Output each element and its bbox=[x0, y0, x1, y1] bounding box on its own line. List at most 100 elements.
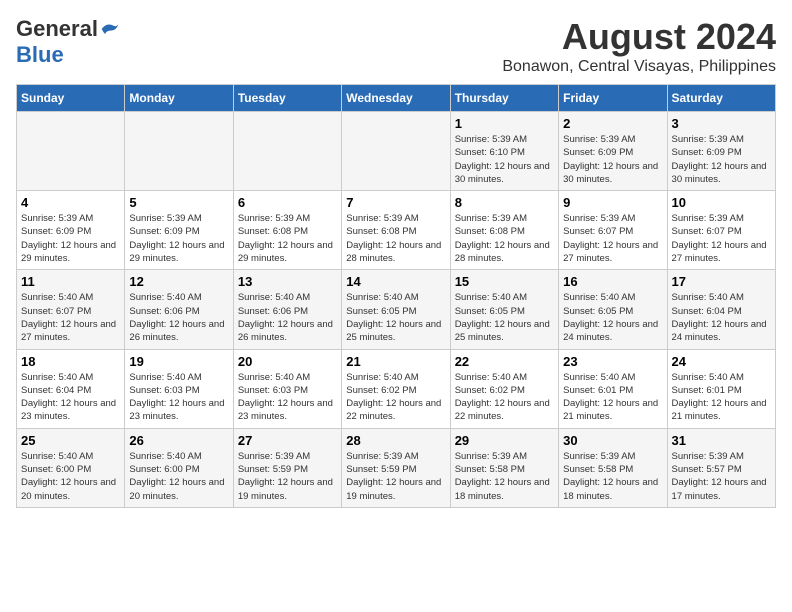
logo: General Blue bbox=[16, 16, 120, 68]
calendar-day-cell: 28 Sunrise: 5:39 AM Sunset: 5:59 PM Dayli… bbox=[342, 428, 450, 507]
day-info: Sunrise: 5:39 AM Sunset: 6:09 PM Dayligh… bbox=[672, 133, 771, 186]
day-number: 16 bbox=[563, 274, 662, 289]
logo-general-text: General bbox=[16, 16, 98, 42]
day-info: Sunrise: 5:39 AM Sunset: 6:08 PM Dayligh… bbox=[238, 212, 337, 265]
calendar-week-row: 1 Sunrise: 5:39 AM Sunset: 6:10 PM Daylig… bbox=[17, 112, 776, 191]
day-info: Sunrise: 5:40 AM Sunset: 6:00 PM Dayligh… bbox=[129, 450, 228, 503]
day-info: Sunrise: 5:40 AM Sunset: 6:06 PM Dayligh… bbox=[238, 291, 337, 344]
calendar-week-row: 11Sunrise: 5:40 AM Sunset: 6:07 PM Dayli… bbox=[17, 270, 776, 349]
day-number: 29 bbox=[455, 433, 554, 448]
day-number: 24 bbox=[672, 354, 771, 369]
calendar-table: SundayMondayTuesdayWednesdayThursdayFrid… bbox=[16, 84, 776, 508]
weekday-header: Saturday bbox=[667, 85, 775, 112]
day-info: Sunrise: 5:39 AM Sunset: 6:07 PM Dayligh… bbox=[672, 212, 771, 265]
day-info: Sunrise: 5:39 AM Sunset: 5:57 PM Dayligh… bbox=[672, 450, 771, 503]
day-number: 10 bbox=[672, 195, 771, 210]
day-info: Sunrise: 5:39 AM Sunset: 5:59 PM Dayligh… bbox=[346, 450, 445, 503]
calendar-day-cell: 9 Sunrise: 5:39 AM Sunset: 6:07 PM Daylig… bbox=[559, 191, 667, 270]
calendar-day-cell bbox=[125, 112, 233, 191]
day-info: Sunrise: 5:39 AM Sunset: 6:07 PM Dayligh… bbox=[563, 212, 662, 265]
day-number: 2 bbox=[563, 116, 662, 131]
calendar-body: 1 Sunrise: 5:39 AM Sunset: 6:10 PM Daylig… bbox=[17, 112, 776, 508]
calendar-day-cell: 24 Sunrise: 5:40 AM Sunset: 6:01 PM Dayli… bbox=[667, 349, 775, 428]
day-number: 8 bbox=[455, 195, 554, 210]
calendar-day-cell: 26 Sunrise: 5:40 AM Sunset: 6:00 PM Dayli… bbox=[125, 428, 233, 507]
calendar-day-cell: 15 Sunrise: 5:40 AM Sunset: 6:05 PM Dayli… bbox=[450, 270, 558, 349]
calendar-week-row: 25 Sunrise: 5:40 AM Sunset: 6:00 PM Dayli… bbox=[17, 428, 776, 507]
day-info: Sunrise: 5:40 AM Sunset: 6:04 PM Dayligh… bbox=[672, 291, 771, 344]
day-info: Sunrise: 5:40 AM Sunset: 6:05 PM Dayligh… bbox=[346, 291, 445, 344]
calendar-day-cell: 6 Sunrise: 5:39 AM Sunset: 6:08 PM Daylig… bbox=[233, 191, 341, 270]
day-number: 9 bbox=[563, 195, 662, 210]
day-number: 28 bbox=[346, 433, 445, 448]
day-number: 27 bbox=[238, 433, 337, 448]
calendar-day-cell: 2 Sunrise: 5:39 AM Sunset: 6:09 PM Daylig… bbox=[559, 112, 667, 191]
weekday-header: Tuesday bbox=[233, 85, 341, 112]
day-info: Sunrise: 5:39 AM Sunset: 6:08 PM Dayligh… bbox=[455, 212, 554, 265]
day-number: 13 bbox=[238, 274, 337, 289]
calendar-week-row: 4Sunrise: 5:39 AM Sunset: 6:09 PM Daylig… bbox=[17, 191, 776, 270]
page-header: General Blue August 2024 Bonawon, Centra… bbox=[16, 16, 776, 76]
calendar-day-cell: 22 Sunrise: 5:40 AM Sunset: 6:02 PM Dayli… bbox=[450, 349, 558, 428]
day-info: Sunrise: 5:40 AM Sunset: 6:01 PM Dayligh… bbox=[672, 371, 771, 424]
logo-bird-icon bbox=[100, 20, 120, 38]
calendar-day-cell: 29Sunrise: 5:39 AM Sunset: 5:58 PM Dayli… bbox=[450, 428, 558, 507]
calendar-day-cell: 21Sunrise: 5:40 AM Sunset: 6:02 PM Dayli… bbox=[342, 349, 450, 428]
calendar-header-row: SundayMondayTuesdayWednesdayThursdayFrid… bbox=[17, 85, 776, 112]
calendar-day-cell: 30Sunrise: 5:39 AM Sunset: 5:58 PM Dayli… bbox=[559, 428, 667, 507]
weekday-header: Sunday bbox=[17, 85, 125, 112]
day-number: 26 bbox=[129, 433, 228, 448]
calendar-day-cell: 5 Sunrise: 5:39 AM Sunset: 6:09 PM Daylig… bbox=[125, 191, 233, 270]
day-number: 17 bbox=[672, 274, 771, 289]
day-number: 12 bbox=[129, 274, 228, 289]
day-info: Sunrise: 5:39 AM Sunset: 6:09 PM Dayligh… bbox=[21, 212, 120, 265]
calendar-day-cell bbox=[233, 112, 341, 191]
day-number: 20 bbox=[238, 354, 337, 369]
day-number: 18 bbox=[21, 354, 120, 369]
calendar-day-cell: 3 Sunrise: 5:39 AM Sunset: 6:09 PM Daylig… bbox=[667, 112, 775, 191]
weekday-header: Friday bbox=[559, 85, 667, 112]
calendar-day-cell: 7Sunrise: 5:39 AM Sunset: 6:08 PM Daylig… bbox=[342, 191, 450, 270]
calendar-day-cell: 13 Sunrise: 5:40 AM Sunset: 6:06 PM Dayli… bbox=[233, 270, 341, 349]
day-info: Sunrise: 5:39 AM Sunset: 6:09 PM Dayligh… bbox=[563, 133, 662, 186]
day-number: 6 bbox=[238, 195, 337, 210]
calendar-day-cell: 8 Sunrise: 5:39 AM Sunset: 6:08 PM Daylig… bbox=[450, 191, 558, 270]
title-block: August 2024 Bonawon, Central Visayas, Ph… bbox=[502, 16, 776, 76]
page-subtitle: Bonawon, Central Visayas, Philippines bbox=[502, 58, 776, 76]
day-info: Sunrise: 5:40 AM Sunset: 6:03 PM Dayligh… bbox=[129, 371, 228, 424]
calendar-day-cell: 31 Sunrise: 5:39 AM Sunset: 5:57 PM Dayli… bbox=[667, 428, 775, 507]
day-info: Sunrise: 5:39 AM Sunset: 6:09 PM Dayligh… bbox=[129, 212, 228, 265]
day-number: 21 bbox=[346, 354, 445, 369]
day-info: Sunrise: 5:39 AM Sunset: 6:08 PM Dayligh… bbox=[346, 212, 445, 265]
day-number: 1 bbox=[455, 116, 554, 131]
weekday-header: Thursday bbox=[450, 85, 558, 112]
day-number: 5 bbox=[129, 195, 228, 210]
calendar-day-cell: 27Sunrise: 5:39 AM Sunset: 5:59 PM Dayli… bbox=[233, 428, 341, 507]
calendar-day-cell: 4Sunrise: 5:39 AM Sunset: 6:09 PM Daylig… bbox=[17, 191, 125, 270]
calendar-day-cell: 12 Sunrise: 5:40 AM Sunset: 6:06 PM Dayli… bbox=[125, 270, 233, 349]
day-info: Sunrise: 5:40 AM Sunset: 6:05 PM Dayligh… bbox=[455, 291, 554, 344]
day-number: 31 bbox=[672, 433, 771, 448]
day-number: 23 bbox=[563, 354, 662, 369]
calendar-day-cell: 20 Sunrise: 5:40 AM Sunset: 6:03 PM Dayli… bbox=[233, 349, 341, 428]
day-number: 3 bbox=[672, 116, 771, 131]
calendar-day-cell: 25Sunrise: 5:40 AM Sunset: 6:00 PM Dayli… bbox=[17, 428, 125, 507]
page-title: August 2024 bbox=[502, 16, 776, 58]
calendar-day-cell bbox=[342, 112, 450, 191]
day-info: Sunrise: 5:40 AM Sunset: 6:07 PM Dayligh… bbox=[21, 291, 120, 344]
calendar-day-cell: 17 Sunrise: 5:40 AM Sunset: 6:04 PM Dayli… bbox=[667, 270, 775, 349]
day-number: 25 bbox=[21, 433, 120, 448]
logo-blue-text: Blue bbox=[16, 42, 64, 68]
day-info: Sunrise: 5:40 AM Sunset: 6:06 PM Dayligh… bbox=[129, 291, 228, 344]
day-number: 15 bbox=[455, 274, 554, 289]
calendar-day-cell bbox=[17, 112, 125, 191]
day-number: 22 bbox=[455, 354, 554, 369]
day-info: Sunrise: 5:40 AM Sunset: 6:02 PM Dayligh… bbox=[455, 371, 554, 424]
day-info: Sunrise: 5:40 AM Sunset: 6:03 PM Dayligh… bbox=[238, 371, 337, 424]
day-number: 30 bbox=[563, 433, 662, 448]
calendar-day-cell: 19Sunrise: 5:40 AM Sunset: 6:03 PM Dayli… bbox=[125, 349, 233, 428]
day-info: Sunrise: 5:39 AM Sunset: 6:10 PM Dayligh… bbox=[455, 133, 554, 186]
calendar-day-cell: 18Sunrise: 5:40 AM Sunset: 6:04 PM Dayli… bbox=[17, 349, 125, 428]
calendar-week-row: 18Sunrise: 5:40 AM Sunset: 6:04 PM Dayli… bbox=[17, 349, 776, 428]
calendar-day-cell: 14Sunrise: 5:40 AM Sunset: 6:05 PM Dayli… bbox=[342, 270, 450, 349]
